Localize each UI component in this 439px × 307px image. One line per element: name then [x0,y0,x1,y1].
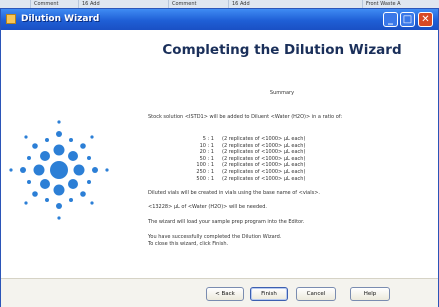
spark-logo-icon [9,120,109,220]
ratio-row: 50 : 1 (2 replicates of <1000> µL each) [188,155,306,163]
minimize-button[interactable]: _ [383,12,398,27]
ratio-row: 5 : 1 (2 replicates of <1000> µL each) [188,136,306,143]
maximize-button[interactable]: □ [400,12,415,27]
ratio-value: 50 : 1 [199,155,214,162]
success-text: You have successfully completed the Dilu… [148,234,282,240]
ratio-detail: (2 replicates of <1000> µL each) [222,142,306,149]
taskbar-item: Front Waste A [362,0,412,8]
help-button[interactable]: Help [350,287,390,301]
ratio-row: 250 : 1 (2 replicates of <1000> µL each) [188,169,305,176]
button-bar: < Back Finish Cancel Help [1,278,438,307]
back-button[interactable]: < Back [206,287,244,301]
ratio-detail: (2 replicates of <1000> µL each) [222,175,306,182]
window-title: Dilution Wizard [21,14,100,24]
ratio-detail: (2 replicates of <1000> µL each) [222,162,306,169]
taskbar-item: 16 Add [78,0,128,8]
wizard-app-icon [6,14,16,24]
ratio-value: 500 : 1 [196,175,214,182]
ratio-value: 250 : 1 [196,168,214,175]
ratio-row: 100 : 1 (2 replicates of <1000> µL each) [188,162,305,169]
ratio-row: 20 : 1 (2 replicates of <1000> µL each) [188,149,306,156]
title-bar[interactable]: Dilution Wizard _ □ ✕ [1,9,438,30]
dilution-wizard-window: Dilution Wizard _ □ ✕ Completing the Dil… [0,8,439,307]
summary-label: Summary [269,90,295,96]
load-program-text: The wizard will load your sample prep pr… [148,219,305,225]
ratio-detail: (2 replicates of <1000> µL each) [222,149,306,156]
finish-button[interactable]: Finish [250,287,288,301]
close-instruction-text: To close this wizard, click Finish. [148,241,229,247]
ratio-value: 10 : 1 [199,142,214,149]
wizard-side-panel [1,30,126,278]
ratio-value: 100 : 1 [196,162,214,169]
cancel-button[interactable]: Cancel [296,287,336,301]
wizard-content: Completing the Dilution Wizard Summary S… [126,30,438,278]
ratio-detail: (2 replicates of <1000> µL each) [222,168,306,175]
vials-text: Diluted vials will be created in vials u… [148,190,321,196]
stock-solution-text: Stock solution <ISTD1> will be added to … [148,114,343,120]
ratio-row: 10 : 1 (2 replicates of <1000> µL each) [188,142,306,150]
ratio-detail: (2 replicates of <1000> µL each) [222,155,306,162]
taskbar-item: Comment [168,0,208,8]
taskbar-item: 16 Add [228,0,278,8]
ratio-list: 5 : 1 (2 replicates of <1000> µL each) 10… [188,136,305,182]
taskbar-item: Comment [30,0,70,8]
close-button[interactable]: ✕ [418,12,433,27]
ratio-value: 20 : 1 [199,149,214,156]
page-title: Completing the Dilution Wizard [162,42,402,58]
ratio-value: 5 : 1 [202,136,214,142]
ratio-detail: (2 replicates of <1000> µL each) [222,136,306,142]
diluent-needed-text: <13228> µL of <Water (H2O)> will be need… [148,204,267,210]
ratio-row: 500 : 1 (2 replicates of <1000> µL each) [188,176,305,183]
